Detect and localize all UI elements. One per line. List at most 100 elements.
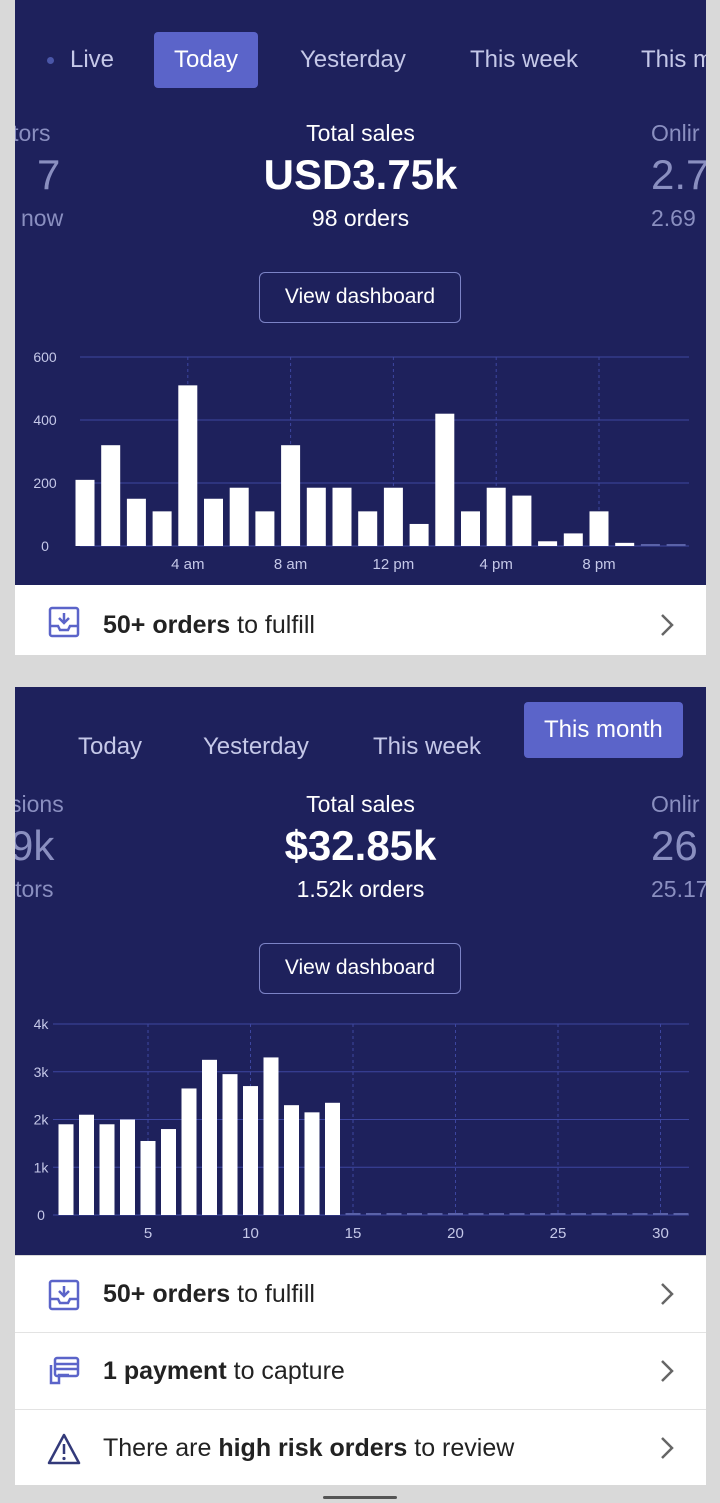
inbox-download-icon: [48, 1279, 80, 1311]
bar: [204, 498, 223, 546]
metric-title: Total sales: [306, 791, 415, 817]
metric-sub: 98 orders: [311, 205, 410, 231]
tab-yesterday[interactable]: Yesterday: [203, 719, 309, 775]
high-risk-orders-row[interactable]: There are high risk orders to review: [15, 1410, 706, 1485]
home-indicator: [323, 1496, 397, 1499]
task-strong: 50+ orders: [103, 611, 231, 639]
bar-empty: [386, 1213, 402, 1215]
task-text: 1 payment to capture: [103, 1333, 345, 1409]
hourly-sales-chart: 0 200 400 600 4 am 8 am 12 pm 4 pm 8 pm: [33, 349, 689, 573]
tab-label: Live: [70, 46, 115, 73]
online-store-metric[interactable]: Onlir 2.7 2.69: [651, 120, 706, 232]
y-tick-label: 2k: [34, 1112, 50, 1128]
tab-this-month[interactable]: This month: [524, 702, 683, 758]
metric-value: $32.85k: [284, 822, 437, 869]
metric-sub: 25.17: [651, 876, 706, 902]
sales-overview-month: Today Yesterday This week This month sio…: [15, 687, 706, 1255]
bar: [161, 1129, 176, 1215]
orders-to-fulfill-row[interactable]: 50+ orders to fulfill: [15, 1256, 706, 1333]
metric-sub: 2.69: [651, 205, 696, 231]
bar: [383, 487, 403, 546]
bar: [304, 1112, 320, 1215]
total-sales-metric[interactable]: Total sales $32.85k 1.52k orders: [15, 791, 706, 903]
tab-this-week[interactable]: This week: [373, 719, 481, 775]
y-tick-label: 0: [41, 538, 49, 554]
y-tick-label: 400: [33, 412, 57, 428]
metric-title: Total sales: [306, 120, 415, 146]
task-text: 50+ orders to fulfill: [103, 1256, 315, 1332]
view-dashboard-button[interactable]: View dashboard: [259, 272, 461, 323]
task-strong: 1 payment: [103, 1357, 227, 1385]
bar-empty: [640, 544, 660, 546]
tab-today[interactable]: Today: [154, 32, 259, 88]
y-tick-label: 200: [33, 475, 57, 491]
tab-partial[interactable]: [15, 719, 31, 775]
tab-today[interactable]: Today: [78, 719, 142, 775]
x-tick-label: 12 pm: [373, 556, 415, 573]
bar: [281, 445, 301, 546]
bar: [181, 1088, 197, 1215]
task-rest: to fulfill: [230, 1280, 315, 1308]
bar: [461, 511, 480, 546]
metric-value: 2.7: [651, 151, 706, 198]
bar: [263, 1057, 279, 1215]
warning-triangle-icon: [47, 1433, 81, 1465]
x-tick-label: 10: [242, 1225, 259, 1242]
tab-this-month[interactable]: This m: [641, 32, 706, 88]
metric-value: 26: [651, 822, 698, 869]
task-strong: 50+ orders: [103, 1280, 231, 1308]
bar: [332, 487, 352, 546]
task-list-2: 50+ orders to fulfill 1 payment to captu…: [15, 1256, 706, 1485]
bar-empty: [468, 1213, 484, 1215]
bar-empty: [666, 544, 686, 546]
bar: [306, 487, 326, 546]
y-tick-label: 3k: [34, 1064, 50, 1080]
x-tick-label: 20: [447, 1225, 464, 1242]
task-list-1: 50+ orders to fulfill: [15, 585, 706, 655]
total-sales-metric[interactable]: Total sales USD3.75k 98 orders: [15, 120, 706, 232]
bar: [255, 511, 275, 546]
chevron-right-icon: [661, 1437, 674, 1459]
bar: [589, 511, 609, 546]
date-range-tabs: Today Yesterday This week This month: [15, 687, 706, 807]
x-tick-label: 8 pm: [582, 556, 615, 573]
date-range-tabs: Live Today Yesterday This week This m: [15, 0, 706, 120]
task-prefix: There are: [103, 1434, 219, 1462]
chevron-right-icon: [661, 1283, 674, 1305]
x-tick-label: 4 am: [171, 556, 204, 573]
y-tick-label: 600: [33, 349, 57, 365]
tab-yesterday[interactable]: Yesterday: [300, 32, 406, 88]
bar: [243, 1086, 258, 1215]
bar: [435, 413, 455, 546]
orders-to-fulfill-row[interactable]: 50+ orders to fulfill: [15, 585, 706, 655]
tab-live[interactable]: Live: [47, 32, 114, 88]
task-rest: to capture: [226, 1357, 345, 1385]
bar: [538, 541, 558, 546]
payment-card-icon: [49, 1356, 80, 1385]
x-tick-label: 4 pm: [480, 556, 513, 573]
x-tick-label: 30: [652, 1225, 669, 1242]
bar: [140, 1140, 156, 1215]
inbox-download-icon: [48, 606, 80, 638]
bar-empty: [571, 1213, 586, 1215]
sales-overview-today: Live Today Yesterday This week This m it…: [15, 0, 706, 585]
bar: [325, 1102, 340, 1215]
online-store-metric[interactable]: Onlir 26 25.17: [651, 791, 706, 903]
task-text: 50+ orders to fulfill: [103, 585, 315, 655]
payment-to-capture-row[interactable]: 1 payment to capture: [15, 1333, 706, 1410]
tab-this-week[interactable]: This week: [470, 32, 578, 88]
bar: [284, 1105, 299, 1215]
bar-empty: [530, 1213, 545, 1215]
bar-empty: [632, 1213, 648, 1215]
y-tick-label: 1k: [34, 1159, 50, 1175]
x-tick-label: 8 am: [274, 556, 307, 573]
view-dashboard-button[interactable]: View dashboard: [259, 943, 461, 994]
x-tick-label: 5: [144, 1225, 152, 1242]
bar-empty: [509, 1213, 525, 1215]
bar: [126, 498, 146, 546]
bar-empty: [653, 1213, 668, 1215]
task-rest: to fulfill: [230, 611, 315, 639]
bar: [512, 495, 532, 546]
bar: [563, 533, 583, 546]
bar: [178, 385, 198, 546]
